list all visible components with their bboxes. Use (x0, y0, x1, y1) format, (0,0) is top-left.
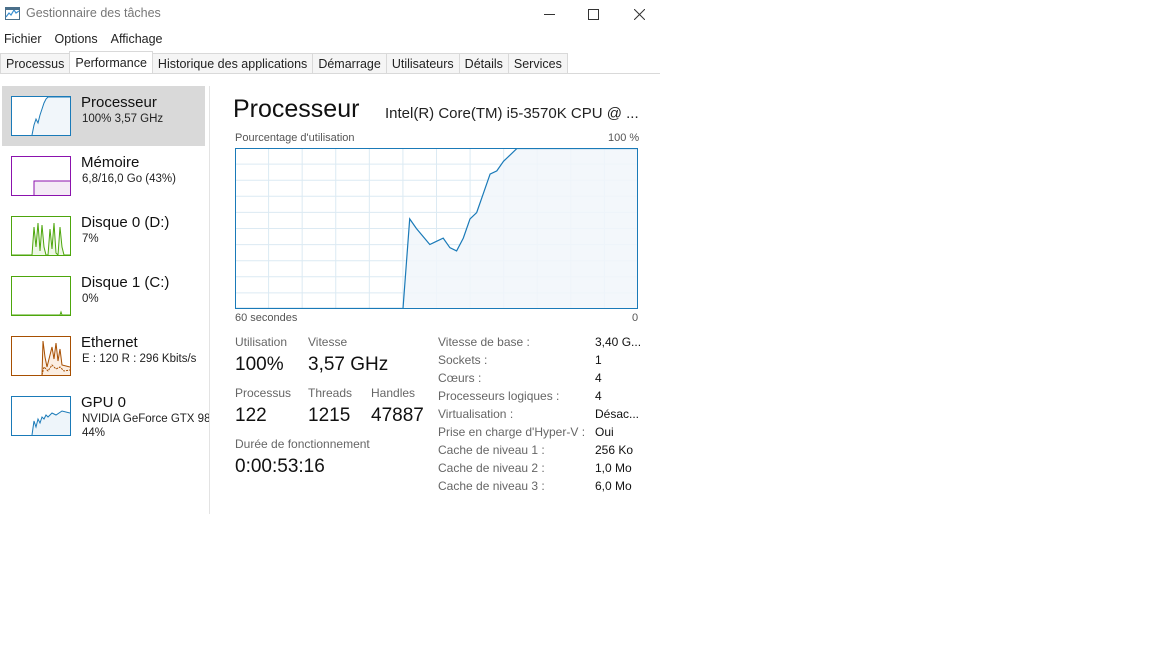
tab-demarrage[interactable]: Démarrage (312, 53, 387, 74)
sidebar-item-sub: E : 120 R : 296 Kbits/s (82, 353, 197, 365)
vitesse-label: Vitesse (308, 335, 348, 349)
sidebar-item-name: Mémoire (81, 154, 140, 171)
detail-value: 4 (595, 371, 602, 385)
sidebar-item-sub: 6,8/16,0 Go (43%) (82, 173, 176, 185)
page-title: Processeur (233, 95, 360, 123)
menu-options[interactable]: Options (51, 30, 102, 48)
processus-value: 122 (235, 405, 267, 426)
gpu-0-thumbnail (11, 396, 71, 436)
cpu-usage-chart (235, 148, 638, 309)
sidebar-item-name: Disque 1 (C:) (81, 274, 170, 291)
sidebar-item-sub: 7% (82, 233, 99, 245)
processus-label: Processus (235, 386, 292, 400)
task-manager-icon (5, 7, 20, 20)
sidebar-item-name: Disque 0 (D:) (81, 214, 170, 231)
sidebar-item-sub: 0% (82, 293, 99, 305)
sidebar-item-disque-1[interactable]: Disque 1 (C:) 0% (2, 266, 205, 326)
detail-label: Sockets : (438, 353, 488, 367)
sidebar-item-sub: 100% 3,57 GHz (82, 113, 164, 125)
detail-label: Vitesse de base : (438, 335, 530, 349)
close-icon (633, 8, 645, 20)
tab-utilisateurs[interactable]: Utilisateurs (385, 53, 460, 74)
detail-value: 6,0 Mo (595, 479, 632, 493)
sidebar-item-processeur[interactable]: Processeur 100% 3,57 GHz (2, 86, 205, 146)
tab-bar: Processus Performance Historique des app… (0, 51, 568, 74)
tab-performance[interactable]: Performance (69, 51, 153, 74)
detail-label: Cache de niveau 3 : (438, 479, 545, 493)
threads-value: 1215 (308, 405, 351, 426)
disque-0-thumbnail (11, 216, 71, 256)
sidebar-item-name: Ethernet (81, 334, 138, 351)
threads-label: Threads (308, 386, 353, 400)
processeur-thumbnail (11, 96, 71, 136)
duree-value: 0:00:53:16 (235, 456, 325, 477)
duree-label: Durée de fonctionnement (235, 437, 370, 451)
tab-processus[interactable]: Processus (0, 53, 71, 74)
minimize-icon (543, 13, 555, 15)
sidebar-item-memoire[interactable]: Mémoire 6,8/16,0 Go (43%) (2, 146, 205, 206)
window-title: Gestionnaire des tâches (26, 6, 161, 20)
minimize-button[interactable] (526, 0, 572, 28)
detail-label: Cache de niveau 2 : (438, 461, 545, 475)
maximize-button[interactable] (570, 0, 616, 28)
sidebar-item-sub: NVIDIA GeForce GTX 980 (82, 413, 209, 425)
tab-services[interactable]: Services (507, 53, 568, 74)
menu-bar: Fichier Options Affichage (0, 30, 172, 48)
maximize-icon (587, 8, 599, 20)
utilisation-value: 100% (235, 354, 284, 375)
task-manager-window: Gestionnaire des tâches Fichier Options … (0, 0, 660, 515)
sidebar-item-name: GPU 0 (81, 394, 127, 411)
sidebar-item-gpu-0[interactable]: GPU 0 NVIDIA GeForce GTX 980 44% (2, 386, 209, 446)
detail-value: Désac... (595, 407, 640, 421)
graph-x-end-label: 0 (632, 312, 639, 324)
detail-label: Virtualisation : (438, 407, 514, 421)
graph-y-max-label: 100 % (608, 132, 640, 144)
tab-details[interactable]: Détails (458, 53, 509, 74)
detail-value: 1 (595, 353, 602, 367)
graph-x-label: 60 secondes (235, 312, 298, 324)
vitesse-value: 3,57 GHz (308, 354, 389, 375)
menu-affichage[interactable]: Affichage (107, 30, 167, 48)
handles-value: 47887 (371, 405, 424, 426)
graph-y-label: Pourcentage d'utilisation (235, 132, 355, 144)
sidebar-item-disque-0[interactable]: Disque 0 (D:) 7% (2, 206, 205, 266)
tab-divider (0, 73, 660, 74)
handles-label: Handles (371, 386, 416, 400)
disque-1-thumbnail (11, 276, 71, 316)
detail-value: 3,40 G... (595, 335, 642, 349)
detail-label: Prise en charge d'Hyper-V : (438, 425, 586, 439)
detail-value: 1,0 Mo (595, 461, 632, 475)
memoire-thumbnail (11, 156, 71, 196)
detail-value: 4 (595, 389, 602, 403)
detail-value: 256 Ko (595, 443, 634, 457)
sidebar-item-ethernet[interactable]: Ethernet E : 120 R : 296 Kbits/s (2, 326, 205, 386)
menu-fichier[interactable]: Fichier (0, 30, 46, 48)
detail-value: Oui (595, 425, 614, 439)
tab-historique[interactable]: Historique des applications (151, 53, 314, 74)
cpu-usage-graph (235, 148, 638, 309)
detail-label: Cache de niveau 1 : (438, 443, 545, 457)
detail-label: Cœurs : (438, 371, 482, 385)
utilisation-label: Utilisation (235, 335, 288, 349)
ethernet-thumbnail (11, 336, 71, 376)
title-bar: Gestionnaire des tâches (0, 0, 660, 28)
resource-sidebar: Processeur 100% 3,57 GHz Mémoire 6,8/16,… (0, 86, 210, 514)
sidebar-item-sub2: 44% (82, 427, 106, 439)
cpu-model-name: Intel(R) Core(TM) i5-3570K CPU @ ... (385, 105, 639, 122)
sidebar-item-name: Processeur (81, 94, 157, 111)
detail-label: Processeurs logiques : (438, 389, 560, 403)
close-button[interactable] (616, 0, 662, 28)
